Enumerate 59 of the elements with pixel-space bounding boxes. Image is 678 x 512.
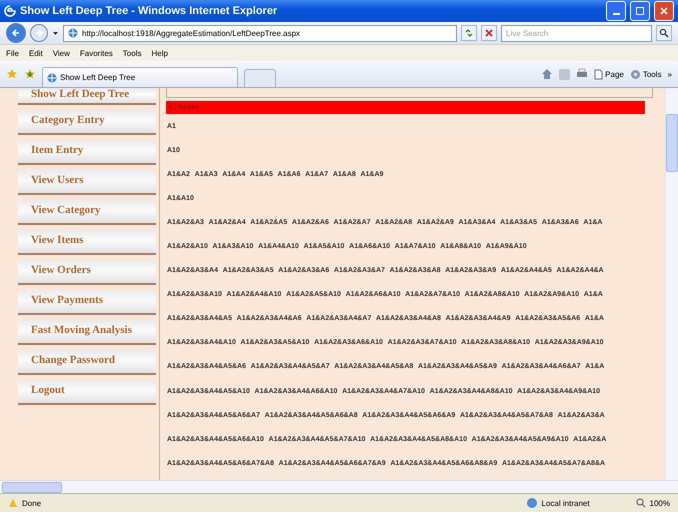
refresh-button[interactable] — [461, 25, 477, 41]
sidebar-item[interactable]: Change Password — [18, 350, 156, 375]
caret-icon[interactable] — [52, 30, 59, 36]
close-icon — [484, 28, 494, 38]
tab-icon — [47, 72, 57, 82]
stop-button[interactable] — [481, 25, 497, 41]
star-icon[interactable] — [6, 68, 18, 80]
sidebar-item[interactable]: Category Entry — [18, 110, 156, 135]
page-button[interactable]: Page — [594, 68, 624, 80]
browser-tab[interactable]: Show Left Deep Tree — [42, 67, 238, 87]
sidebar-item[interactable]: View Orders — [18, 260, 156, 285]
menu-item[interactable]: View — [52, 48, 70, 58]
sidebar-item[interactable]: Fast Moving Analysis — [18, 320, 156, 345]
forward-button[interactable] — [30, 24, 48, 42]
back-button[interactable] — [6, 23, 26, 43]
print-icon[interactable] — [576, 68, 588, 80]
close-icon — [659, 6, 669, 16]
sidebar-item[interactable]: View Payments — [18, 290, 156, 315]
globe-icon — [526, 497, 538, 509]
gear-icon — [630, 68, 641, 80]
zoom-level[interactable]: 100% — [650, 498, 670, 508]
search-button[interactable] — [656, 25, 672, 41]
search-icon — [659, 28, 669, 38]
horizontal-scrollbar[interactable] — [0, 480, 678, 493]
browser-icon — [4, 5, 16, 17]
minimize-button[interactable] — [606, 1, 626, 21]
url-text: http://localhost:1918/AggregateEstimation/LeftDeepTree.aspx — [82, 28, 300, 38]
zone-text: Local intranet — [542, 498, 591, 508]
refresh-icon — [464, 28, 474, 38]
status-text: Done — [22, 498, 42, 508]
maximize-icon — [635, 6, 645, 16]
address-field[interactable]: http://localhost:1918/AggregateEstimation/LeftDeepTree.aspx — [63, 24, 457, 42]
sidebar-item[interactable]: View Users — [18, 170, 156, 195]
home-icon[interactable] — [541, 68, 554, 80]
sidebar-item[interactable]: View Category — [18, 200, 156, 225]
window-title: Show Left Deep Tree - Windows Internet Explorer — [20, 5, 278, 17]
more-button[interactable]: » — [668, 70, 672, 78]
menu-item[interactable]: Tools — [122, 48, 142, 58]
warning-icon — [8, 498, 18, 508]
menu-item[interactable]: Help — [151, 48, 168, 58]
maximize-button[interactable] — [630, 1, 650, 21]
dropdown-field[interactable] — [166, 88, 653, 98]
back-arrow-icon — [11, 28, 21, 38]
vertical-scrollbar[interactable] — [665, 88, 678, 480]
menu-item[interactable]: Edit — [28, 48, 43, 58]
sidebar-item[interactable]: Show Left Deep Tree — [18, 88, 156, 105]
menu-item[interactable]: Favorites — [80, 48, 113, 58]
menu-item[interactable]: File — [6, 48, 19, 58]
tools-button[interactable]: Tools — [630, 68, 662, 80]
add-favorite-icon[interactable] — [24, 68, 36, 80]
page-icon — [68, 28, 78, 38]
forward-arrow-icon — [34, 28, 44, 38]
page-icon — [594, 68, 604, 80]
sidebar-item[interactable]: View Items — [18, 230, 156, 255]
minimize-icon — [612, 13, 620, 15]
close-button[interactable] — [654, 1, 674, 21]
zoom-icon[interactable] — [636, 498, 646, 508]
sidebar-item[interactable]: Item Entry — [18, 140, 156, 165]
sidebar-item[interactable]: Logout — [18, 380, 156, 405]
